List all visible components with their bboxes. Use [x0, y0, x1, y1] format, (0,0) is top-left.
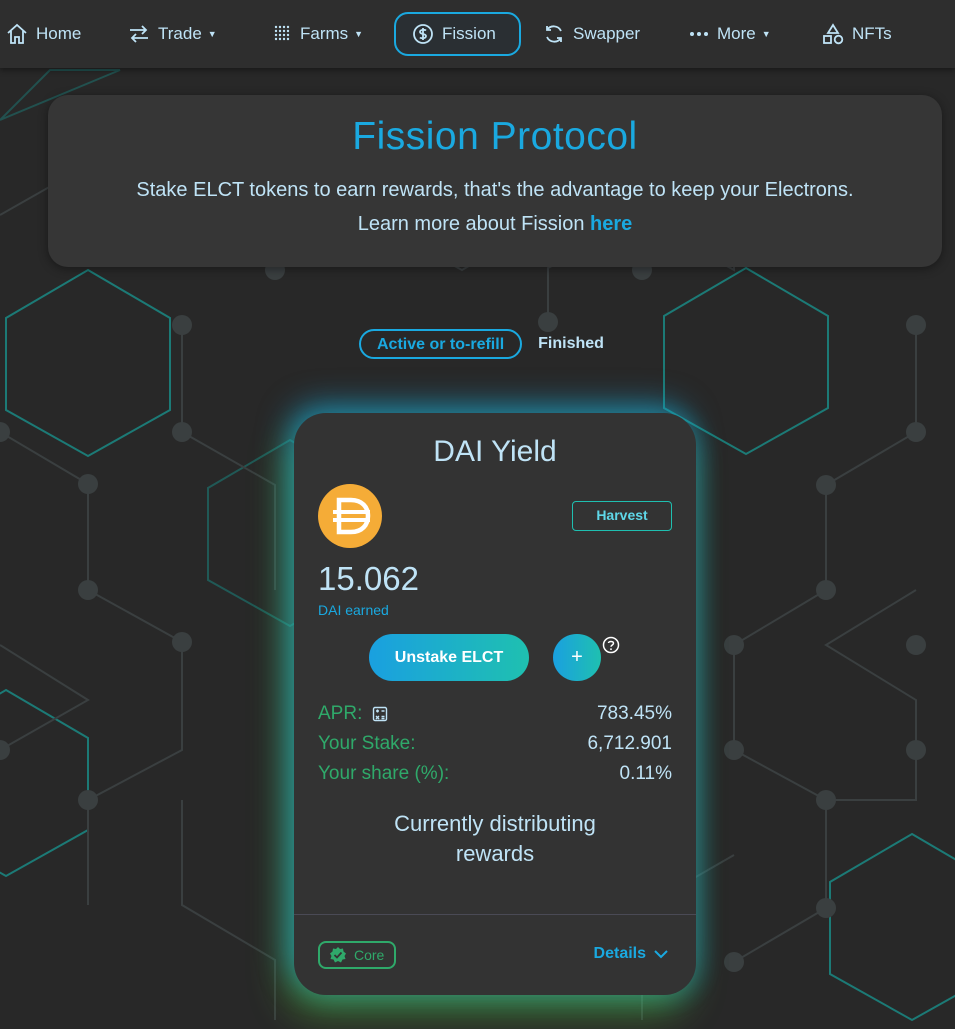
nav-item-label: Home	[36, 24, 82, 43]
add-stake-button[interactable]: +	[553, 634, 601, 681]
card-divider	[294, 914, 696, 915]
shapes-icon	[823, 23, 844, 45]
grid-dots-icon	[274, 25, 290, 41]
pool-card: DAI Yield Harvest 15.062 DAI earned Unst…	[294, 413, 696, 995]
home-icon	[7, 23, 27, 44]
share-row: Your share (%): 0.11%	[318, 763, 672, 785]
pool-status-tabs: Active or to-refill Finished	[359, 329, 604, 359]
page-title: Fission Protocol	[352, 115, 638, 158]
nav-item-more[interactable]: More ▼	[689, 12, 771, 56]
verified-check-icon	[330, 947, 346, 963]
nav-item-swapper[interactable]: Swapper	[543, 12, 640, 56]
page-subtitle: Stake ELCT tokens to earn rewards, that'…	[48, 173, 942, 241]
calculator-icon[interactable]	[372, 706, 388, 722]
nav-item-trade[interactable]: Trade ▼	[128, 12, 217, 56]
help-question-icon[interactable]	[602, 636, 620, 654]
harvest-button[interactable]: Harvest	[572, 501, 672, 531]
nav-item-label: Swapper	[573, 24, 641, 43]
core-label: Core	[354, 947, 385, 963]
nav-item-label: Trade	[158, 24, 202, 43]
stake-value: 6,712.901	[587, 733, 672, 754]
pool-title: DAI Yield	[433, 435, 557, 468]
nav-item-home[interactable]: Home	[6, 12, 81, 56]
share-value: 0.11%	[619, 763, 672, 784]
nav-item-label: NFTs	[852, 24, 892, 43]
details-toggle[interactable]: Details	[594, 945, 668, 963]
chevron-down-icon: ▼	[207, 29, 217, 39]
nav-item-label: More	[717, 24, 756, 43]
distribution-status-line1: Currently distributing	[394, 811, 596, 836]
nav-item-label: Fission	[442, 24, 496, 43]
dollar-coin-icon	[413, 24, 433, 44]
distribution-status-line2: rewards	[455, 841, 535, 866]
apr-value: 783.45%	[596, 703, 672, 724]
stake-row: Your Stake: 6,712.901	[318, 733, 672, 755]
nav-item-label: Farms	[300, 24, 349, 43]
swap-arrows-icon	[130, 25, 148, 43]
unstake-button[interactable]: Unstake ELCT	[369, 634, 529, 681]
top-navigation-bar: Home Trade ▼ Farms ▼ Fission Swapper Mor…	[0, 0, 955, 68]
earned-amount: 15.062	[318, 560, 419, 597]
nav-item-farms[interactable]: Farms ▼	[274, 12, 363, 56]
apr-label: APR:	[318, 703, 363, 724]
learn-more-prefix: Learn more about Fission	[357, 213, 591, 235]
refresh-icon	[546, 25, 562, 43]
learn-more-link[interactable]: here	[590, 213, 632, 235]
dai-coin-icon	[318, 484, 382, 548]
earned-label: DAI earned	[318, 602, 389, 618]
nav-item-fission[interactable]: Fission	[394, 12, 521, 56]
apr-row: APR: 783.45%	[318, 703, 672, 725]
chevron-down-icon: ▼	[354, 29, 364, 39]
fission-header-panel: Fission Protocol Stake ELCT tokens to ea…	[48, 95, 942, 267]
tab-active-or-to-refill[interactable]: Active or to-refill	[359, 329, 523, 359]
chevron-down-icon: ▼	[761, 29, 771, 39]
subtitle-text: Stake ELCT tokens to earn rewards, that'…	[136, 179, 854, 201]
tab-finished[interactable]: Finished	[538, 335, 604, 353]
learn-more-line: Learn more about Fission here	[48, 207, 942, 241]
nav-item-nfts[interactable]: NFTs	[822, 12, 892, 56]
details-label: Details	[593, 945, 646, 962]
core-badge: Core	[318, 941, 396, 969]
distribution-status: Currently distributing rewards	[294, 809, 696, 869]
more-dots-icon	[690, 32, 708, 36]
chevron-down-icon	[654, 949, 668, 958]
